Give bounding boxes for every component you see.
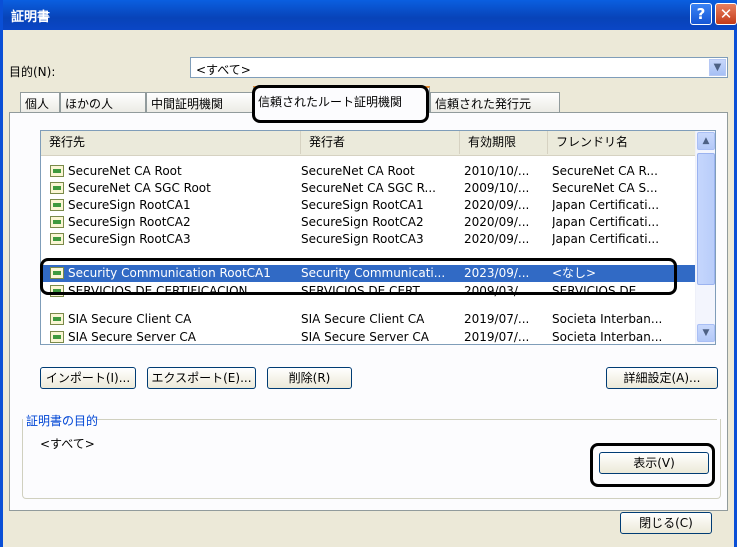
- certificate-list[interactable]: 発行先 発行者 有効期限 フレンドリ名 SecureNet CA Root Se…: [40, 130, 716, 345]
- cell-issued-by: Security Communicati...: [301, 266, 446, 280]
- certificate-icon: [50, 216, 64, 228]
- certificate-icon: [50, 182, 64, 194]
- tab-label: 個人: [25, 97, 50, 111]
- cell-friendly-name: Japan Certificati...: [552, 198, 660, 212]
- certificate-icon: [50, 267, 64, 279]
- certificate-icon: [50, 165, 64, 177]
- cell-issued-by: SecureSign RootCA3: [301, 232, 424, 246]
- cell-expiration: 2009/10/...: [464, 181, 530, 195]
- table-row-selected[interactable]: Security Communication RootCA1 Security …: [41, 265, 695, 282]
- cell-issued-to: SecureSign RootCA1: [68, 198, 191, 212]
- cell-friendly-name: SERVICIOS DE ...: [552, 284, 652, 298]
- window-title: 証明書: [11, 10, 51, 25]
- cell-issued-to: SERVICIOS DE CERTIFICACION...: [68, 284, 259, 298]
- cell-issued-by: SIA Secure Server CA: [301, 330, 430, 344]
- certificate-icon: [50, 331, 64, 343]
- column-header-issued-to[interactable]: 発行先: [41, 131, 301, 154]
- tab-label: 信頼された発行元: [435, 97, 532, 111]
- cell-issued-to: SIA Secure Server CA: [68, 330, 197, 344]
- table-row[interactable]: SIA Secure Server CA SIA Secure Server C…: [41, 329, 695, 344]
- scroll-up-button[interactable]: ▲: [697, 132, 715, 150]
- cell-issued-to: Security Communication RootCA1: [68, 266, 271, 280]
- cell-issued-by: SIA Secure Client CA: [301, 312, 425, 326]
- import-button[interactable]: インポート(I)...: [40, 367, 136, 389]
- export-button[interactable]: エクスポート(E)...: [147, 367, 256, 389]
- cell-expiration: 2023/09/...: [464, 266, 530, 280]
- cell-issued-to: SecureNet CA SGC Root: [68, 181, 211, 195]
- column-header-expiration[interactable]: 有効期限: [460, 131, 548, 154]
- cell-issued-to: SecureSign RootCA3: [68, 232, 191, 246]
- table-row[interactable]: SecureSign RootCA3 SecureSign RootCA3 20…: [41, 231, 695, 248]
- cell-issued-to: SecureSign RootCA2: [68, 215, 191, 229]
- column-header-issued-by[interactable]: 発行者: [301, 131, 460, 154]
- cell-friendly-name: Japan Certificati...: [552, 232, 660, 246]
- cell-expiration: 2020/09/...: [464, 232, 530, 246]
- view-button[interactable]: 表示(V): [599, 452, 709, 474]
- close-window-button[interactable]: ✕: [715, 3, 737, 25]
- cell-friendly-name: Societa Interban...: [552, 330, 663, 344]
- purpose-selected-value: <すべて>: [196, 63, 251, 77]
- cell-issued-by: SecureNet CA SGC R...: [301, 181, 436, 195]
- title-bar: 証明書 ? ✕: [3, 0, 737, 30]
- cell-issued-by: SERVICIOS DE CERT...: [301, 284, 430, 298]
- column-header-friendly-name[interactable]: フレンドリ名: [548, 131, 695, 154]
- help-button[interactable]: ?: [690, 3, 712, 25]
- cell-friendly-name: SecureNet CA R...: [552, 164, 658, 178]
- close-button[interactable]: 閉じる(C): [620, 512, 712, 534]
- tab-trusted-publishers[interactable]: 信頼された発行元: [430, 92, 560, 112]
- certificate-icon: [50, 199, 64, 211]
- table-row[interactable]: SERVICIOS DE CERTIFICACION... SERVICIOS …: [41, 283, 695, 300]
- table-row[interactable]: SecureSign RootCA2 SecureSign RootCA2 20…: [41, 214, 695, 231]
- cell-expiration: 2009/03/...: [464, 284, 530, 298]
- tab-personal[interactable]: 個人: [20, 92, 60, 112]
- cell-friendly-name: <なし>: [552, 266, 597, 280]
- cell-issued-to: SIA Secure Client CA: [68, 312, 192, 326]
- delete-button[interactable]: 削除(R): [267, 367, 352, 389]
- groupbox-label: 証明書の目的: [26, 414, 99, 428]
- table-row[interactable]: SIA Secure Client CA SIA Secure Client C…: [41, 311, 695, 328]
- scroll-down-button[interactable]: ▼: [697, 324, 715, 342]
- cell-issued-to: SecureNet CA Root: [68, 164, 182, 178]
- cell-friendly-name: Societa Interban...: [552, 312, 663, 326]
- tab-other-people[interactable]: ほかの人: [60, 92, 146, 112]
- certificate-icon: [50, 285, 64, 297]
- cell-friendly-name: SecureNet CA S...: [552, 181, 658, 195]
- purpose-dropdown[interactable]: <すべて> ▼: [190, 57, 728, 78]
- groupbox-top-line: [95, 419, 717, 420]
- advanced-button[interactable]: 詳細設定(A)...: [606, 367, 718, 389]
- tab-label: 中間証明機関: [151, 97, 224, 111]
- table-row[interactable]: SecureSign RootCA1 SecureSign RootCA1 20…: [41, 197, 695, 214]
- cell-expiration: 2019/07/...: [464, 312, 530, 326]
- cell-friendly-name: Japan Certificati...: [552, 215, 660, 229]
- certificate-icon: [50, 313, 64, 325]
- cell-issued-by: SecureSign RootCA1: [301, 198, 424, 212]
- certificate-purpose-value: <すべて>: [40, 437, 95, 451]
- purpose-label: 目的(N):: [9, 65, 56, 79]
- tab-intermediate-ca[interactable]: 中間証明機関: [146, 92, 253, 112]
- cell-expiration: 2020/09/...: [464, 215, 530, 229]
- certificate-icon: [50, 233, 64, 245]
- cell-expiration: 2020/09/...: [464, 198, 530, 212]
- cell-expiration: 2019/07/...: [464, 330, 530, 344]
- list-header: 発行先 発行者 有効期限 フレンドリ名: [41, 131, 695, 156]
- tab-label: ほかの人: [65, 97, 114, 111]
- tab-label: 信頼されたルート証明機関: [258, 95, 403, 109]
- vertical-scrollbar[interactable]: ▲ ▼: [695, 131, 715, 344]
- cell-expiration: 2010/10/...: [464, 164, 530, 178]
- scroll-thumb[interactable]: [697, 153, 715, 285]
- table-row[interactable]: SecureNet CA Root SecureNet CA Root 2010…: [41, 163, 695, 180]
- tab-trusted-root-ca[interactable]: 信頼されたルート証明機関: [253, 86, 430, 113]
- cell-issued-by: SecureSign RootCA2: [301, 215, 424, 229]
- chevron-down-icon[interactable]: ▼: [709, 59, 726, 76]
- table-row[interactable]: SecureNet CA SGC Root SecureNet CA SGC R…: [41, 180, 695, 197]
- cell-issued-by: SecureNet CA Root: [301, 164, 415, 178]
